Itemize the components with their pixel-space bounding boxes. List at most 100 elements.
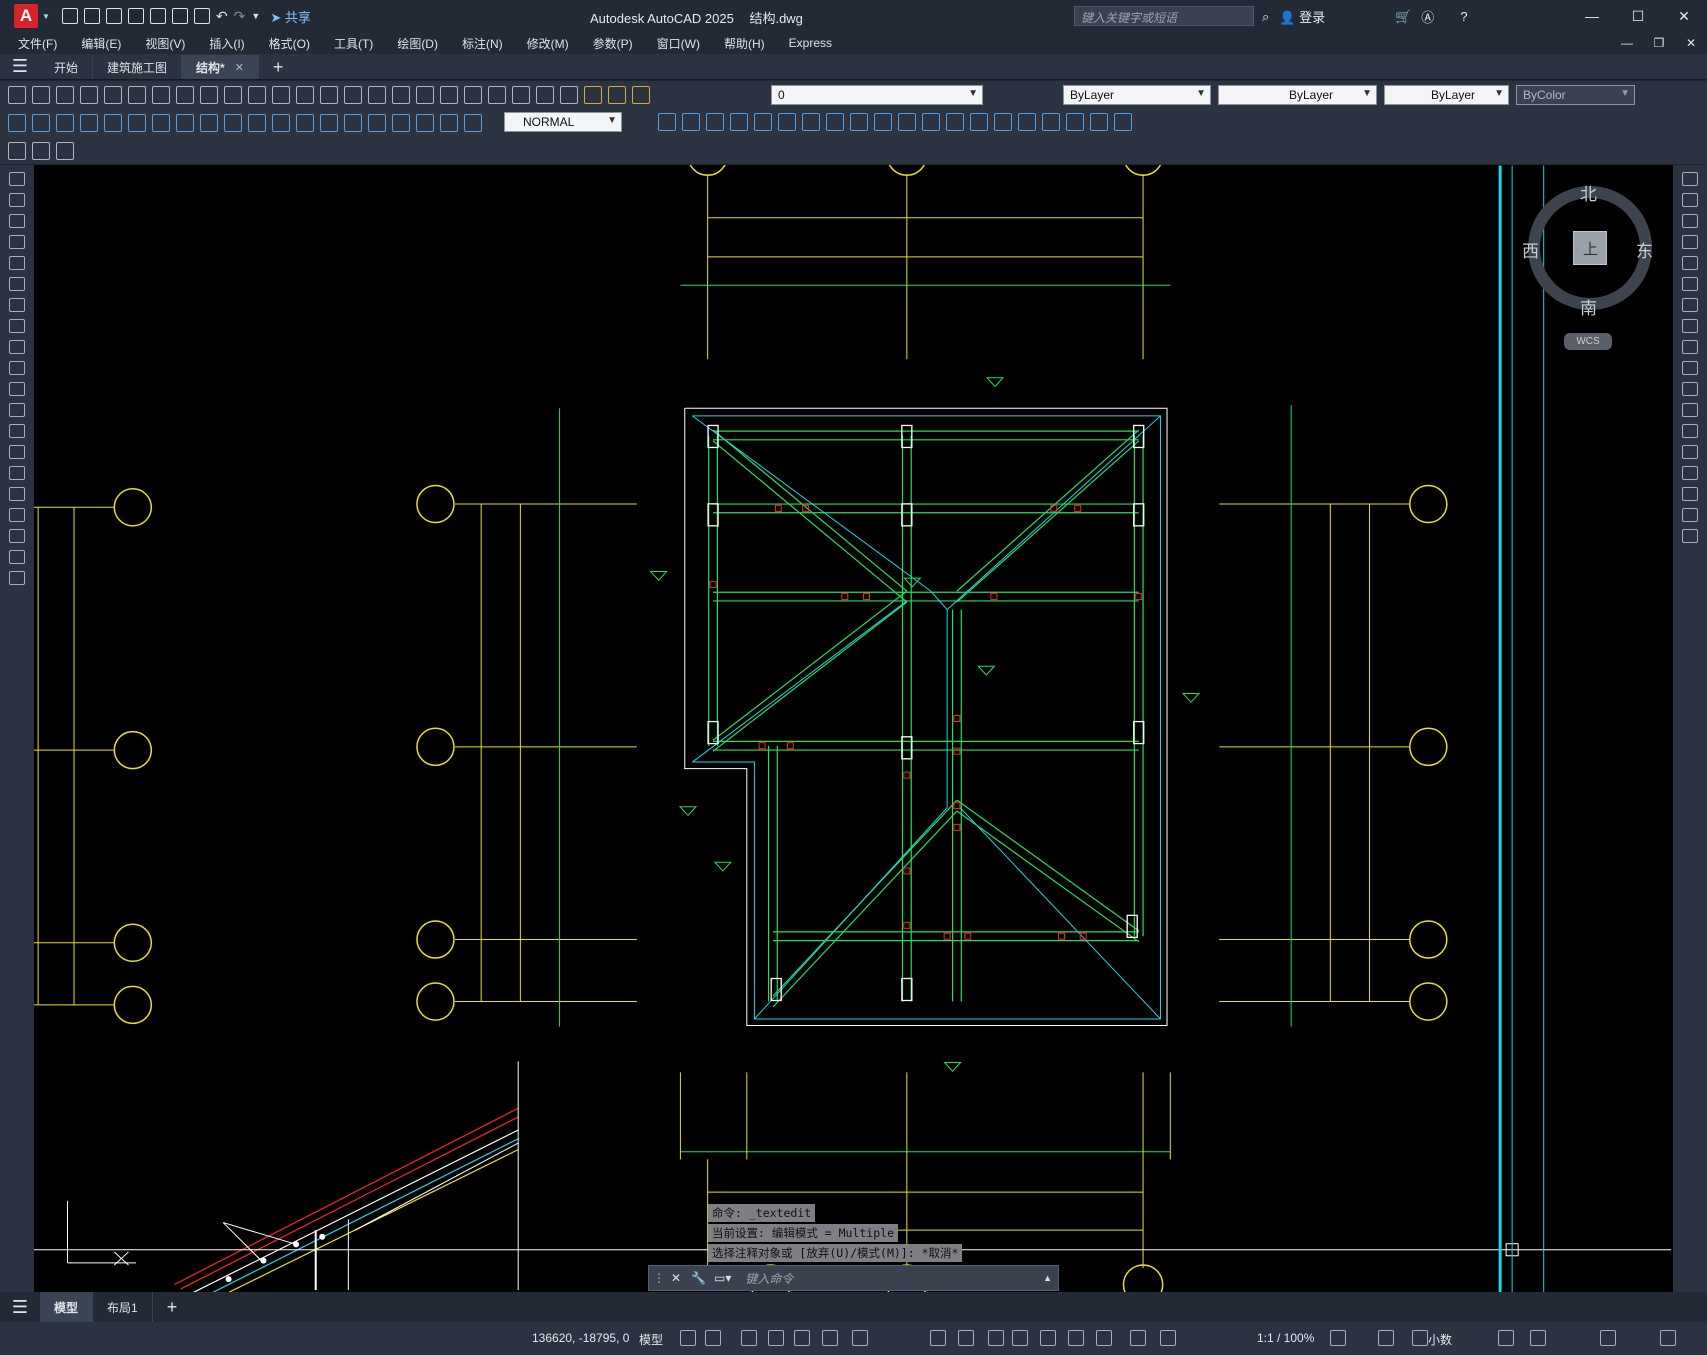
doc-restore-icon[interactable]: ❐ [1643, 32, 1675, 54]
table-icon[interactable] [9, 529, 25, 543]
mtext-icon[interactable] [9, 550, 25, 564]
color-select[interactable]: ByLayer ▼ [1063, 85, 1211, 105]
auto-scale-icon[interactable] [1160, 1330, 1176, 1346]
menu-item[interactable]: 文件(F) [18, 35, 57, 52]
fillet-icon[interactable] [1682, 487, 1698, 501]
menu-item[interactable]: 参数(P) [593, 35, 633, 52]
autocad-logo-icon[interactable]: A [14, 4, 38, 28]
menu-item[interactable]: 编辑(E) [81, 35, 121, 52]
zoom-realtime-icon[interactable] [368, 86, 386, 104]
wedge-icon[interactable] [682, 113, 700, 131]
point-icon[interactable] [9, 445, 25, 459]
aligned-dim-icon[interactable] [32, 114, 50, 132]
redo-icon[interactable] [320, 86, 338, 104]
sweep-icon[interactable] [874, 113, 892, 131]
intersect-icon[interactable] [970, 113, 988, 131]
3d-move-icon[interactable] [1042, 113, 1060, 131]
polygon-icon[interactable] [9, 235, 25, 249]
menu-item[interactable]: 工具(T) [334, 35, 373, 52]
close-cmdline-icon[interactable]: ✕ [671, 1271, 681, 1285]
region-icon[interactable] [9, 508, 25, 522]
publish-icon[interactable] [171, 8, 188, 24]
command-prompt-icon[interactable]: ▭▾ [714, 1271, 731, 1285]
baseline-icon[interactable] [224, 114, 242, 132]
sphere-icon[interactable] [730, 113, 748, 131]
subtract-icon[interactable] [946, 113, 964, 131]
text-front-icon[interactable] [32, 141, 50, 160]
box-icon[interactable] [658, 113, 676, 131]
selection-cycling-icon[interactable] [988, 1330, 1004, 1346]
help-icon[interactable] [560, 86, 578, 104]
erase-icon[interactable] [1682, 172, 1698, 186]
arc-icon[interactable] [9, 277, 25, 291]
open-icon[interactable] [83, 8, 100, 24]
isolate-icon[interactable] [1412, 1330, 1428, 1346]
osnap-icon[interactable] [852, 1330, 868, 1346]
share-button[interactable]: ➤ 共享 [270, 7, 311, 26]
tab-layout1[interactable]: 布局1 [93, 1292, 153, 1322]
print-icon[interactable] [80, 86, 98, 104]
preview-icon[interactable] [104, 86, 122, 104]
compass-east[interactable]: 东 [1636, 237, 1653, 262]
insert-block-icon[interactable] [9, 403, 25, 417]
drawing-canvas[interactable] [34, 165, 1673, 1292]
ellipse-arc-icon[interactable] [9, 382, 25, 396]
wcs-menu[interactable]: WCS [1564, 333, 1612, 350]
ortho-icon[interactable] [741, 1330, 757, 1346]
layer-state-icon[interactable] [608, 86, 626, 104]
transparency-icon[interactable] [958, 1330, 974, 1346]
paste-icon[interactable] [224, 86, 242, 104]
rotate-icon[interactable] [1682, 298, 1698, 312]
autodesk-app-icon[interactable]: Ⓐ [1421, 7, 1434, 26]
compass-west[interactable]: 西 [1522, 237, 1539, 262]
doc-minimize-icon[interactable]: — [1611, 32, 1643, 54]
tab-close-icon[interactable]: ✕ [235, 61, 244, 74]
model-space-button[interactable]: 模型 [639, 1331, 663, 1348]
sheet-set-icon[interactable] [512, 86, 530, 104]
tab-model[interactable]: 模型 [40, 1292, 94, 1322]
tool-palettes-icon[interactable] [488, 86, 506, 104]
jogged-icon[interactable] [128, 114, 146, 132]
cone-icon[interactable] [706, 113, 724, 131]
save-icon[interactable] [105, 8, 122, 24]
rectangle-icon[interactable] [9, 256, 25, 270]
osnap-track-icon[interactable] [822, 1330, 838, 1346]
zoom-previous-icon[interactable] [416, 86, 434, 104]
lineweight-select[interactable]: ByLayer ▼ [1384, 85, 1509, 105]
circle-icon[interactable] [9, 298, 25, 312]
ellipse-icon[interactable] [9, 361, 25, 375]
copy-icon[interactable] [1682, 193, 1698, 207]
revolve-icon[interactable] [850, 113, 868, 131]
inspect-icon[interactable] [368, 114, 386, 132]
make-block-icon[interactable] [9, 424, 25, 438]
coordinate-readout[interactable]: 136620, -18795, 0 [532, 1331, 629, 1345]
3d-osnap-icon[interactable] [1012, 1330, 1028, 1346]
dim-text-edit-icon[interactable] [440, 114, 458, 132]
dim-update-icon[interactable] [464, 114, 482, 132]
space-icon[interactable] [272, 114, 290, 132]
arc-length-icon[interactable] [56, 114, 74, 132]
save-as-icon[interactable] [127, 8, 144, 24]
pan-icon[interactable] [344, 86, 362, 104]
units-select[interactable]: 小数 [1428, 1331, 1452, 1348]
lineweight-icon[interactable] [930, 1330, 946, 1346]
doc-close-icon[interactable]: ✕ [1675, 32, 1707, 54]
grip-icon[interactable]: ⋮ [653, 1271, 665, 1285]
continue-icon[interactable] [248, 114, 266, 132]
linetype-select[interactable]: ByLayer ▼ [1218, 85, 1377, 105]
angular-icon[interactable] [176, 114, 194, 132]
revcloud-icon[interactable] [9, 319, 25, 333]
search-icon[interactable]: ⌕ [1262, 9, 1269, 25]
customize-chevron-icon[interactable]: ▼ [251, 11, 260, 21]
customize-icon[interactable] [1600, 1330, 1616, 1346]
undo-icon[interactable]: ↶ [216, 8, 228, 25]
union-icon[interactable] [922, 113, 940, 131]
design-center-icon[interactable] [464, 86, 482, 104]
command-input[interactable]: 键入命令 [745, 1270, 793, 1287]
gizmo-icon[interactable] [1096, 1330, 1112, 1346]
cut-icon[interactable] [176, 86, 194, 104]
tolerance-icon[interactable] [320, 114, 338, 132]
menu-item[interactable]: 修改(M) [527, 35, 569, 52]
menu-item[interactable]: 标注(N) [462, 35, 503, 52]
menu-item[interactable]: 绘图(D) [397, 35, 438, 52]
